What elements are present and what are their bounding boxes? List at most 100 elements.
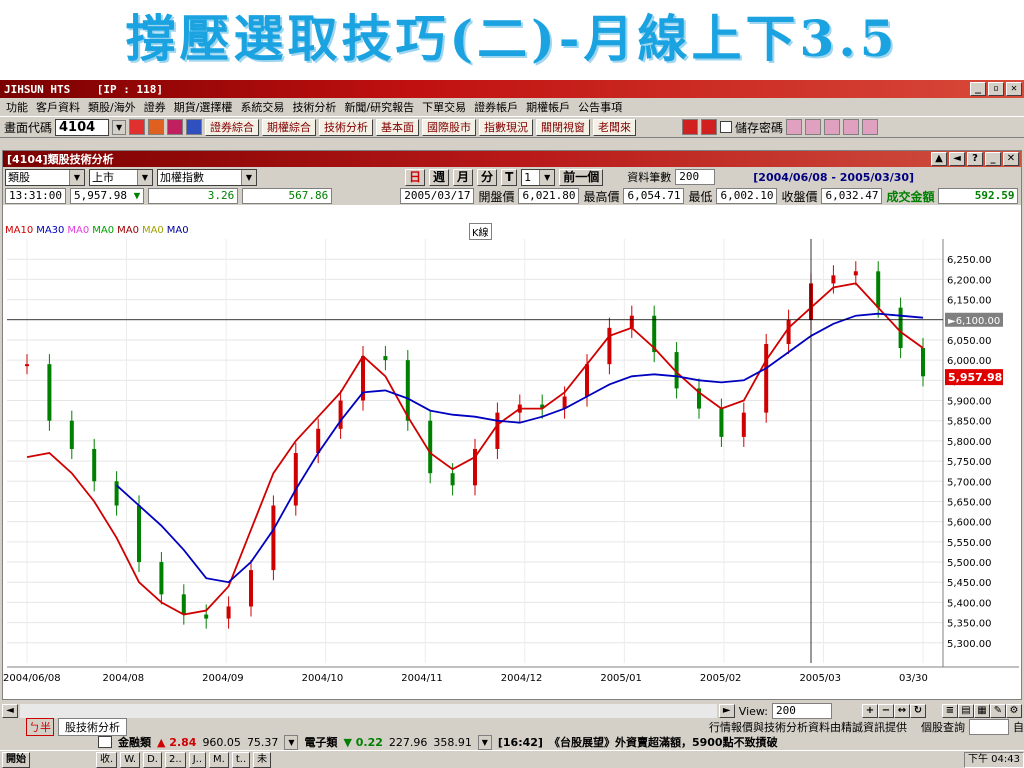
menu-item-technical[interactable]: 技術分析 (288, 99, 340, 115)
window-icon[interactable] (167, 119, 184, 135)
candle-body (853, 271, 858, 276)
task-item-3[interactable]: D. (143, 751, 162, 768)
records-input[interactable]: 200 (675, 169, 716, 185)
elec-v1: 227.96 (388, 735, 428, 749)
period-tick-button[interactable]: T (501, 168, 518, 186)
menu-item-order[interactable]: 下單交易 (418, 99, 470, 115)
period-week-button[interactable]: 週 (429, 168, 450, 186)
sub-minimize-button[interactable]: _ (985, 152, 1001, 166)
candle-body (450, 473, 455, 486)
close-window-button[interactable]: 關閉視窗 (536, 118, 591, 136)
start-button[interactable]: 開始 (2, 751, 30, 768)
chart-scrollbar[interactable] (20, 704, 717, 718)
tool-icon-2[interactable] (805, 119, 822, 135)
candlestick-chart[interactable]: 6,250.006,200.006,150.006,100.006,050.00… (3, 223, 1021, 699)
menu-item-securities[interactable]: 證券 (140, 99, 170, 115)
subwindow-title: [4104]類股技術分析 (7, 153, 114, 166)
sub-up-button[interactable]: ▲ (931, 152, 947, 166)
folder-icon[interactable] (148, 119, 165, 135)
options-overview-button[interactable]: 期權綜合 (262, 118, 317, 136)
view-value[interactable]: 200 (772, 703, 832, 719)
technical-analysis-window: [4104]類股技術分析 ▲ ◄ ? _ ✕ 類股 上市 加權指數 日 週 月 … (2, 150, 1022, 700)
tool-icon-1[interactable] (786, 119, 803, 135)
zoom-in-icon[interactable]: + (862, 704, 878, 718)
securities-overview-button[interactable]: 證券綜合 (205, 118, 260, 136)
task-item-8[interactable]: 未 (253, 751, 272, 768)
menu-item-futures[interactable]: 期貨/選擇權 (170, 99, 237, 115)
ticker-dropdown-icon[interactable]: ▼ (284, 734, 299, 750)
print-icon[interactable]: ▤ (958, 704, 974, 718)
menu-item-system-trade[interactable]: 系統交易 (236, 99, 288, 115)
intl-markets-button[interactable]: 國際股市 (422, 118, 477, 136)
task-item-5[interactable]: J.. (188, 751, 207, 768)
finance-v2: 75.37 (246, 735, 279, 749)
task-item-7[interactable]: t.. (231, 751, 251, 768)
table-icon[interactable]: ▦ (974, 704, 990, 718)
menu-item-function[interactable]: 功能 (2, 99, 32, 115)
back-icon[interactable] (682, 119, 699, 135)
stock-query-input[interactable] (969, 719, 1009, 735)
menu-item-news[interactable]: 新聞/研究報告 (340, 99, 418, 115)
amount-value: 592.59 (938, 188, 1019, 204)
candle-body (249, 570, 253, 607)
y-tick-label: 6,150.00 (947, 296, 992, 307)
y-tick-label: 5,550.00 (947, 538, 992, 549)
settings-icon[interactable]: ⚙ (1006, 704, 1022, 718)
dropdown-icon[interactable] (186, 119, 203, 135)
draw-icon[interactable]: ✎ (990, 704, 1006, 718)
indicator-icon[interactable]: ≡ (942, 704, 958, 718)
maximize-button[interactable]: ▫ (988, 82, 1004, 96)
tool-icon-3[interactable] (824, 119, 841, 135)
sub-close-button[interactable]: ✕ (1003, 152, 1019, 166)
k-line-tag: K線 (469, 223, 492, 240)
task-item-2[interactable]: W. (120, 751, 141, 768)
candle-body (293, 453, 298, 506)
index-status-button[interactable]: 指數現況 (479, 118, 534, 136)
sub-help-button[interactable]: ? (967, 152, 983, 166)
technical-analysis-button[interactable]: 技術分析 (319, 118, 374, 136)
forward-icon[interactable] (701, 119, 718, 135)
period-count-select[interactable]: 1 (521, 168, 556, 186)
save-password-checkbox[interactable] (720, 121, 733, 133)
ticker-checkbox[interactable] (98, 736, 112, 748)
high-value: 6,054.71 (623, 188, 685, 204)
task-item-1[interactable]: 收. (96, 751, 118, 768)
period-month-button[interactable]: 月 (453, 168, 474, 186)
prev-button[interactable]: 前一個 (559, 168, 604, 186)
task-item-6[interactable]: M. (209, 751, 229, 768)
index-select[interactable]: 加權指數 (157, 168, 257, 186)
news-dropdown-icon[interactable]: ▼ (477, 734, 492, 750)
boss-key-button[interactable]: 老闆來 (593, 118, 637, 136)
period-minute-button[interactable]: 分 (477, 168, 498, 186)
y-tick-label: 6,000.00 (947, 356, 992, 367)
scroll-left-button[interactable]: ◄ (2, 704, 18, 718)
scroll-right-button[interactable]: ► (718, 704, 735, 718)
fundamentals-button[interactable]: 基本面 (376, 118, 420, 136)
category-select[interactable]: 類股 (5, 168, 85, 186)
screen-code-input[interactable]: 4104 (55, 118, 110, 136)
pan-icon[interactable]: ↔ (894, 704, 910, 718)
period-day-button[interactable]: 日 (405, 168, 426, 186)
code-dropdown-icon[interactable]: ▼ (112, 119, 127, 135)
menu-item-announcement[interactable]: 公告事項 (574, 99, 626, 115)
tool-icon-4[interactable] (843, 119, 860, 135)
menu-item-customer[interactable]: 客戶資料 (32, 99, 84, 115)
y-tick-label: 5,600.00 (947, 518, 992, 529)
sub-sound-icon[interactable]: ◄ (949, 152, 965, 166)
news-headline[interactable]: 《台股展望》外資賣超滿額，5900點不致摃破 (549, 734, 778, 750)
low-value: 6,002.10 (716, 188, 778, 204)
menu-item-account[interactable]: 證券帳戶 (470, 99, 522, 115)
candle-body (405, 360, 410, 421)
candle-body (719, 408, 724, 437)
menu-item-sector[interactable]: 類股/海外 (84, 99, 140, 115)
tool-icon-5[interactable] (862, 119, 879, 135)
legend-item: MA0 (166, 225, 189, 236)
task-item-4[interactable]: 2.. (165, 751, 186, 768)
query-icon[interactable] (129, 119, 146, 135)
minimize-button[interactable]: _ (970, 82, 986, 96)
zoom-out-icon[interactable]: − (878, 704, 894, 718)
menu-item-options-account[interactable]: 期權帳戶 (522, 99, 574, 115)
refresh-icon[interactable]: ↻ (910, 704, 926, 718)
market-select[interactable]: 上市 (89, 168, 153, 186)
close-button[interactable]: ✕ (1006, 82, 1022, 96)
